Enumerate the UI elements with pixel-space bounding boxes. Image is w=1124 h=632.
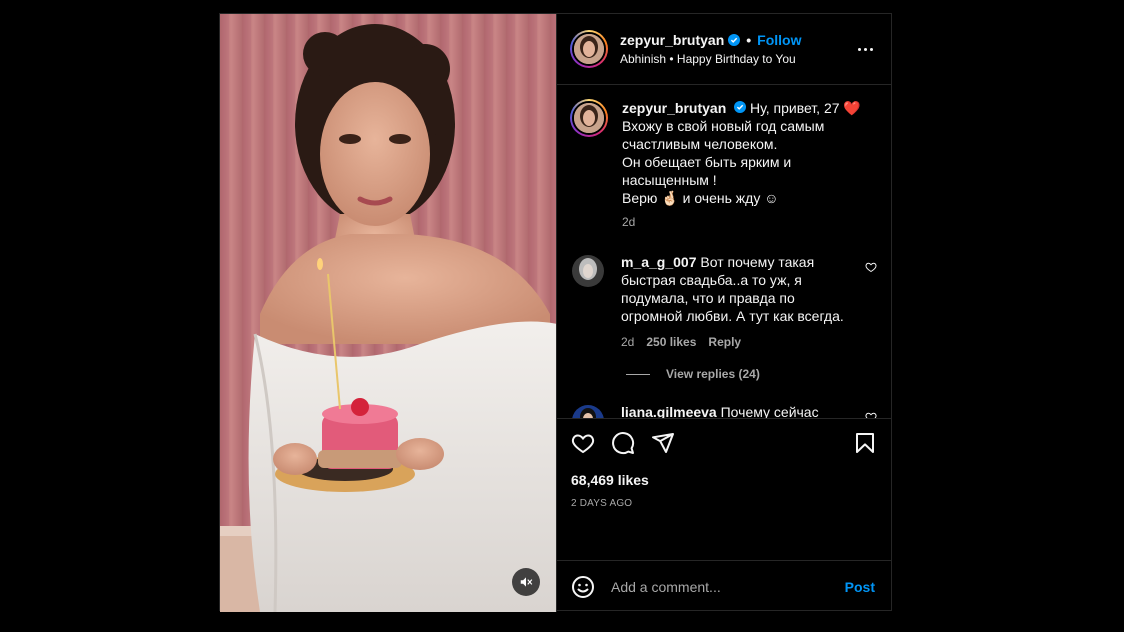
audio-muted-icon bbox=[520, 577, 533, 587]
author-avatar[interactable] bbox=[570, 30, 608, 68]
comment-meta: 2d 250 likes Reply bbox=[621, 333, 859, 351]
header-separator: • bbox=[746, 32, 752, 48]
audio-title: Happy Birthday to You bbox=[676, 52, 796, 66]
audio-attribution[interactable]: Abhinish • Happy Birthday to You bbox=[620, 52, 853, 66]
commenter-avatar[interactable] bbox=[572, 255, 604, 287]
post-header: zepyur_brutyan • Follow Abhinish • Happy… bbox=[557, 14, 891, 85]
replies-divider-line bbox=[626, 373, 650, 375]
author-username[interactable]: zepyur_brutyan bbox=[620, 32, 724, 48]
verified-badge-icon bbox=[734, 101, 747, 113]
caption-username[interactable]: zepyur_brutyan bbox=[622, 100, 726, 116]
comment-like-heart-icon[interactable] bbox=[865, 411, 877, 418]
comment-input[interactable] bbox=[611, 578, 845, 595]
caption-avatar[interactable] bbox=[570, 99, 608, 137]
post-comment-button[interactable]: Post bbox=[845, 579, 875, 595]
header-title-row: zepyur_brutyan • Follow bbox=[620, 32, 853, 48]
comment-item: m_a_g_007 Вот почему такая быстрая свадь… bbox=[570, 253, 877, 351]
comment-bubble-icon[interactable] bbox=[611, 431, 635, 455]
comment-like-heart-icon[interactable] bbox=[865, 261, 877, 273]
likes-count[interactable]: 68,469 likes bbox=[571, 472, 877, 488]
audio-separator: • bbox=[669, 52, 674, 66]
more-options-icon[interactable] bbox=[853, 37, 877, 61]
view-replies-button[interactable]: View replies (24) bbox=[626, 367, 877, 381]
emoji-smiley-icon[interactable] bbox=[571, 575, 595, 599]
comment-username[interactable]: liana.gilmeeva bbox=[621, 404, 717, 418]
post-modal: zepyur_brutyan • Follow Abhinish • Happy… bbox=[219, 13, 892, 612]
caption-time: 2d bbox=[622, 215, 636, 229]
comment-body: liana.gilmeeva Почему сейчас девушки в 2… bbox=[621, 403, 877, 418]
video-frame-image bbox=[220, 14, 556, 612]
view-replies-label: View replies (24) bbox=[666, 367, 760, 381]
comment-time: 2d bbox=[621, 335, 635, 349]
caption-body: zepyur_brutyan Ну, привет, 27 ❤️ Вхожу в… bbox=[622, 99, 877, 231]
follow-button[interactable]: Follow bbox=[757, 32, 801, 48]
verified-badge-icon bbox=[728, 34, 741, 46]
comment-item: liana.gilmeeva Почему сейчас девушки в 2… bbox=[570, 403, 877, 418]
mute-toggle-button[interactable] bbox=[512, 568, 540, 596]
add-comment-bar: Post bbox=[557, 560, 891, 612]
like-heart-icon[interactable] bbox=[571, 431, 595, 455]
comments-list[interactable]: zepyur_brutyan Ну, привет, 27 ❤️ Вхожу в… bbox=[557, 85, 891, 418]
post-video[interactable] bbox=[220, 14, 556, 612]
post-date[interactable]: 2 DAYS AGO bbox=[571, 498, 877, 509]
caption-meta: 2d bbox=[622, 213, 877, 231]
save-bookmark-icon[interactable] bbox=[853, 431, 877, 455]
commenter-avatar[interactable] bbox=[572, 405, 604, 418]
comment-body: m_a_g_007 Вот почему такая быстрая свадь… bbox=[621, 253, 877, 351]
post-caption: zepyur_brutyan Ну, привет, 27 ❤️ Вхожу в… bbox=[570, 99, 877, 231]
action-bar bbox=[571, 419, 877, 467]
header-text: zepyur_brutyan • Follow Abhinish • Happy… bbox=[620, 32, 853, 66]
share-paper-plane-icon[interactable] bbox=[651, 431, 675, 455]
audio-artist: Abhinish bbox=[620, 52, 667, 66]
reply-button[interactable]: Reply bbox=[708, 333, 741, 351]
comment-username[interactable]: m_a_g_007 bbox=[621, 254, 697, 270]
comment-likes[interactable]: 250 likes bbox=[646, 333, 696, 351]
post-side-panel: zepyur_brutyan • Follow Abhinish • Happy… bbox=[556, 14, 891, 612]
post-actions: 68,469 likes 2 DAYS AGO bbox=[557, 418, 891, 560]
